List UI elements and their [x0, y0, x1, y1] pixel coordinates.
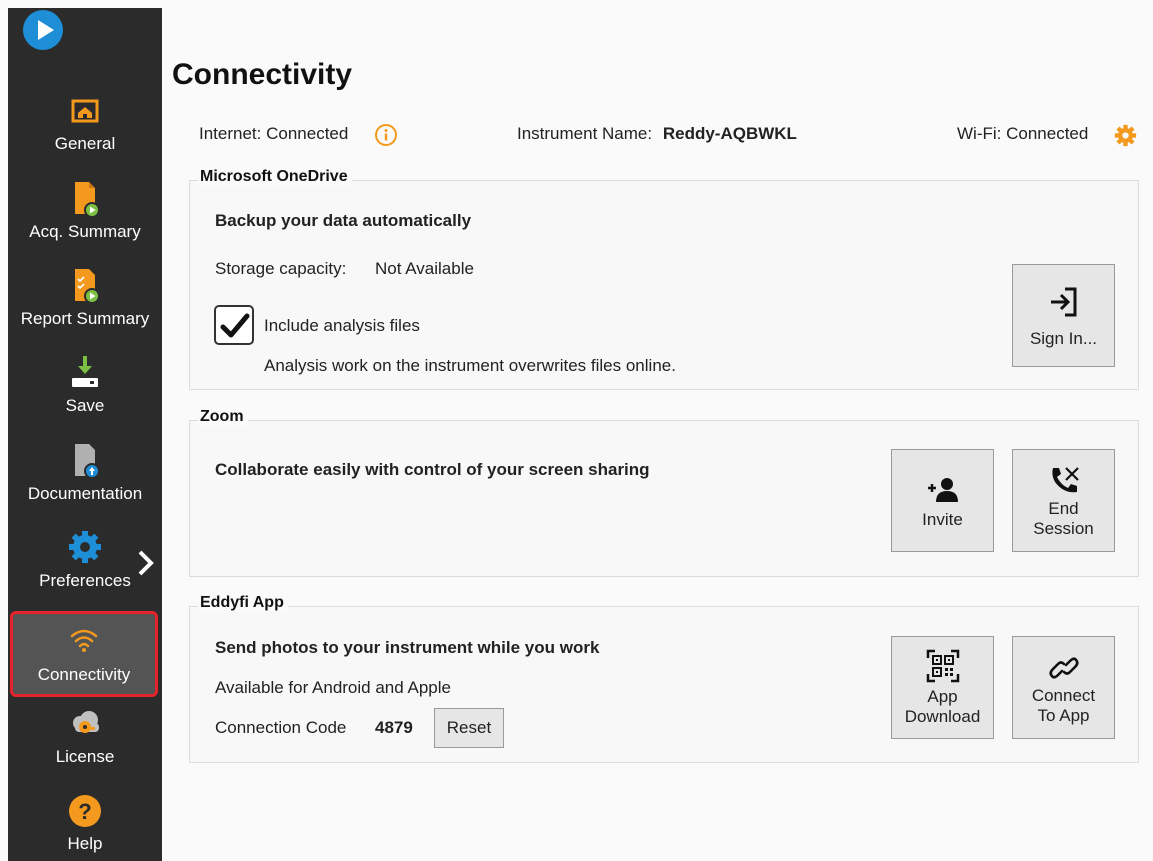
sidebar-item-label: Report Summary	[20, 309, 150, 328]
connect-to-app-button[interactable]: Connect To App	[1012, 636, 1115, 739]
storage-capacity-value: Not Available	[375, 259, 474, 278]
sidebar: General Acq. Summary Report Summary Save…	[8, 8, 162, 861]
sidebar-item-label: Documentation	[27, 484, 143, 503]
zoom-heading: Collaborate easily with control of your …	[215, 460, 650, 479]
sidebar-item-help[interactable]: ? Help	[8, 792, 162, 861]
sign-in-icon	[1050, 287, 1076, 317]
connection-code-label: Connection Code	[215, 718, 347, 737]
page-title: Connectivity	[172, 58, 353, 91]
sign-in-button[interactable]: Sign In...	[1012, 264, 1115, 367]
acq-summary-icon	[75, 182, 100, 218]
sidebar-item-label: License	[55, 747, 115, 766]
app-window: General Acq. Summary Report Summary Save…	[0, 0, 1153, 861]
documentation-icon	[75, 444, 100, 479]
wifi-status: Wi-Fi: Connected	[957, 124, 1088, 144]
end-call-icon	[1051, 467, 1079, 493]
checkmark-icon	[220, 313, 250, 338]
storage-capacity-label: Storage capacity:	[215, 259, 347, 278]
internet-value: Connected	[266, 124, 349, 143]
connect-to-app-label-1: Connect	[1031, 686, 1096, 705]
sidebar-item-documentation[interactable]: Documentation	[8, 442, 162, 526]
wifi-value: Connected	[1006, 124, 1089, 143]
sidebar-item-label: Save	[65, 396, 105, 415]
end-session-label-1: End	[1048, 499, 1079, 518]
app-download-label-1: App	[927, 687, 958, 706]
add-person-icon	[927, 478, 958, 502]
sidebar-item-label: General	[54, 134, 116, 153]
sidebar-item-save[interactable]: Save	[8, 354, 162, 438]
invite-label: Invite	[922, 510, 963, 529]
sidebar-item-acq-summary[interactable]: Acq. Summary	[8, 180, 162, 264]
instrument-label: Instrument Name:	[517, 124, 653, 143]
onedrive-group: Microsoft OneDrive Backup your data auto…	[189, 168, 1139, 390]
help-icon: ?	[69, 795, 101, 827]
onedrive-heading: Backup your data automatically	[215, 211, 472, 230]
internet-label: Internet:	[199, 124, 262, 143]
instrument-name: Instrument Name: Reddy-AQBWKL	[517, 124, 797, 144]
sidebar-item-license[interactable]: License	[8, 705, 162, 789]
save-icon	[72, 356, 98, 387]
wifi-label: Wi-Fi:	[957, 124, 1002, 143]
connect-to-app-label-2: To App	[1037, 706, 1090, 725]
gear-icon	[69, 531, 101, 563]
analysis-note: Analysis work on the instrument overwrit…	[264, 356, 676, 375]
group-legend: Eddyfi App	[198, 594, 288, 612]
link-icon	[1048, 657, 1079, 679]
sidebar-item-connectivity[interactable]: Connectivity	[10, 611, 158, 697]
include-analysis-checkbox[interactable]	[214, 305, 254, 345]
connection-code-value: 4879	[375, 718, 413, 737]
app-download-label-2: Download	[904, 707, 981, 726]
end-session-label-2: Session	[1033, 519, 1094, 538]
app-download-button[interactable]: App Download	[891, 636, 994, 739]
sidebar-item-report-summary[interactable]: Report Summary	[8, 267, 162, 351]
home-icon	[71, 99, 99, 123]
info-icon[interactable]	[374, 123, 398, 147]
wifi-settings-gear-icon[interactable]	[1113, 123, 1138, 148]
include-analysis-label: Include analysis files	[264, 316, 420, 335]
license-icon	[73, 711, 99, 733]
app-logo[interactable]	[23, 10, 63, 50]
sidebar-item-label: Help	[67, 834, 103, 853]
availability-text: Available for Android and Apple	[215, 678, 451, 697]
zoom-group: Zoom Collaborate easily with control of …	[189, 408, 1139, 577]
group-legend: Microsoft OneDrive	[198, 168, 352, 186]
qr-code-icon	[926, 649, 959, 683]
internet-status: Internet: Connected	[199, 124, 348, 144]
report-summary-icon	[75, 269, 100, 304]
group-legend: Zoom	[198, 408, 248, 426]
svg-text:?: ?	[78, 799, 91, 824]
sidebar-item-general[interactable]: General	[8, 92, 162, 176]
sidebar-item-label: Acq. Summary	[29, 222, 141, 241]
instrument-value: Reddy-AQBWKL	[662, 124, 797, 143]
chevron-right-icon[interactable]	[136, 548, 156, 578]
eddyfi-heading: Send photos to your instrument while you…	[215, 638, 600, 657]
sign-in-label: Sign In...	[1029, 329, 1098, 348]
wifi-icon	[70, 629, 98, 652]
sidebar-item-label: Connectivity	[37, 665, 131, 684]
invite-button[interactable]: Invite	[891, 449, 994, 552]
reset-button[interactable]: Reset	[434, 708, 504, 748]
eddyfi-app-group: Eddyfi App Send photos to your instrumen…	[189, 594, 1139, 763]
end-session-button[interactable]: End Session	[1012, 449, 1115, 552]
